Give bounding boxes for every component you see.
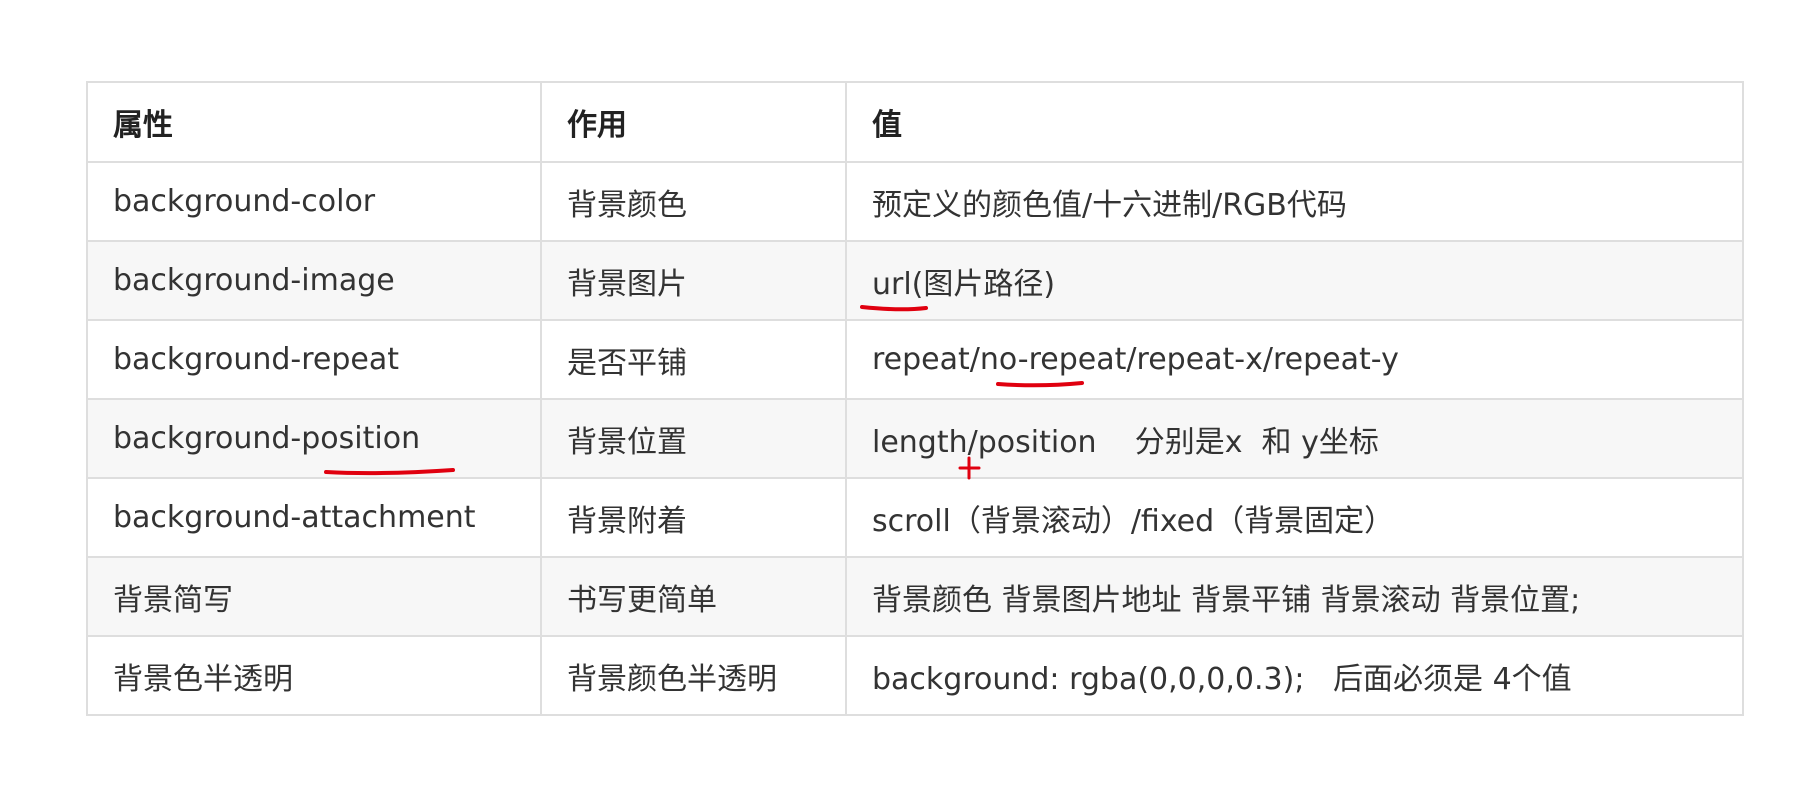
cell-purpose: 背景颜色半透明 [540,635,847,716]
cell-property: background-image [86,240,542,321]
cell-property: background-color [86,161,542,242]
cell-value: repeat/no-repeat/repeat-x/repeat-y [845,319,1744,400]
cell-purpose: 书写更简单 [540,556,847,637]
table-row: background-repeat 是否平铺 repeat/no-repeat/… [86,319,1744,400]
cell-value: url(图片路径) [845,240,1744,321]
cell-property: background-position [86,398,542,479]
cell-value: scroll（背景滚动）/fixed（背景固定） [845,477,1744,558]
cell-property: 背景简写 [86,556,542,637]
cell-property: 背景色半透明 [86,635,542,716]
cell-purpose: 背景附着 [540,477,847,558]
table-row: background-attachment 背景附着 scroll（背景滚动）/… [86,477,1744,558]
cell-value: length/position 分别是x 和 y坐标 [845,398,1744,479]
cell-purpose: 背景位置 [540,398,847,479]
cell-purpose: 背景图片 [540,240,847,321]
header-value: 值 [845,81,1744,163]
properties-table-container: 属性 作用 值 background-color 背景颜色 预定义的颜色值/十六… [86,81,1744,716]
cell-value: background: rgba(0,0,0,0.3); 后面必须是 4个值 [845,635,1744,716]
table-row: 背景简写 书写更简单 背景颜色 背景图片地址 背景平铺 背景滚动 背景位置; [86,556,1744,637]
table-header-row: 属性 作用 值 [86,81,1744,163]
css-background-properties-table: 属性 作用 值 background-color 背景颜色 预定义的颜色值/十六… [86,81,1744,716]
header-purpose: 作用 [540,81,847,163]
cell-purpose: 是否平铺 [540,319,847,400]
header-property: 属性 [86,81,542,163]
cell-value: 预定义的颜色值/十六进制/RGB代码 [845,161,1744,242]
table-row: background-image 背景图片 url(图片路径) [86,240,1744,321]
cell-purpose: 背景颜色 [540,161,847,242]
table-row: background-color 背景颜色 预定义的颜色值/十六进制/RGB代码 [86,161,1744,242]
cell-property: background-repeat [86,319,542,400]
cell-value: 背景颜色 背景图片地址 背景平铺 背景滚动 背景位置; [845,556,1744,637]
table-row: background-position 背景位置 length/position… [86,398,1744,479]
cell-property: background-attachment [86,477,542,558]
table-row: 背景色半透明 背景颜色半透明 background: rgba(0,0,0,0.… [86,635,1744,716]
